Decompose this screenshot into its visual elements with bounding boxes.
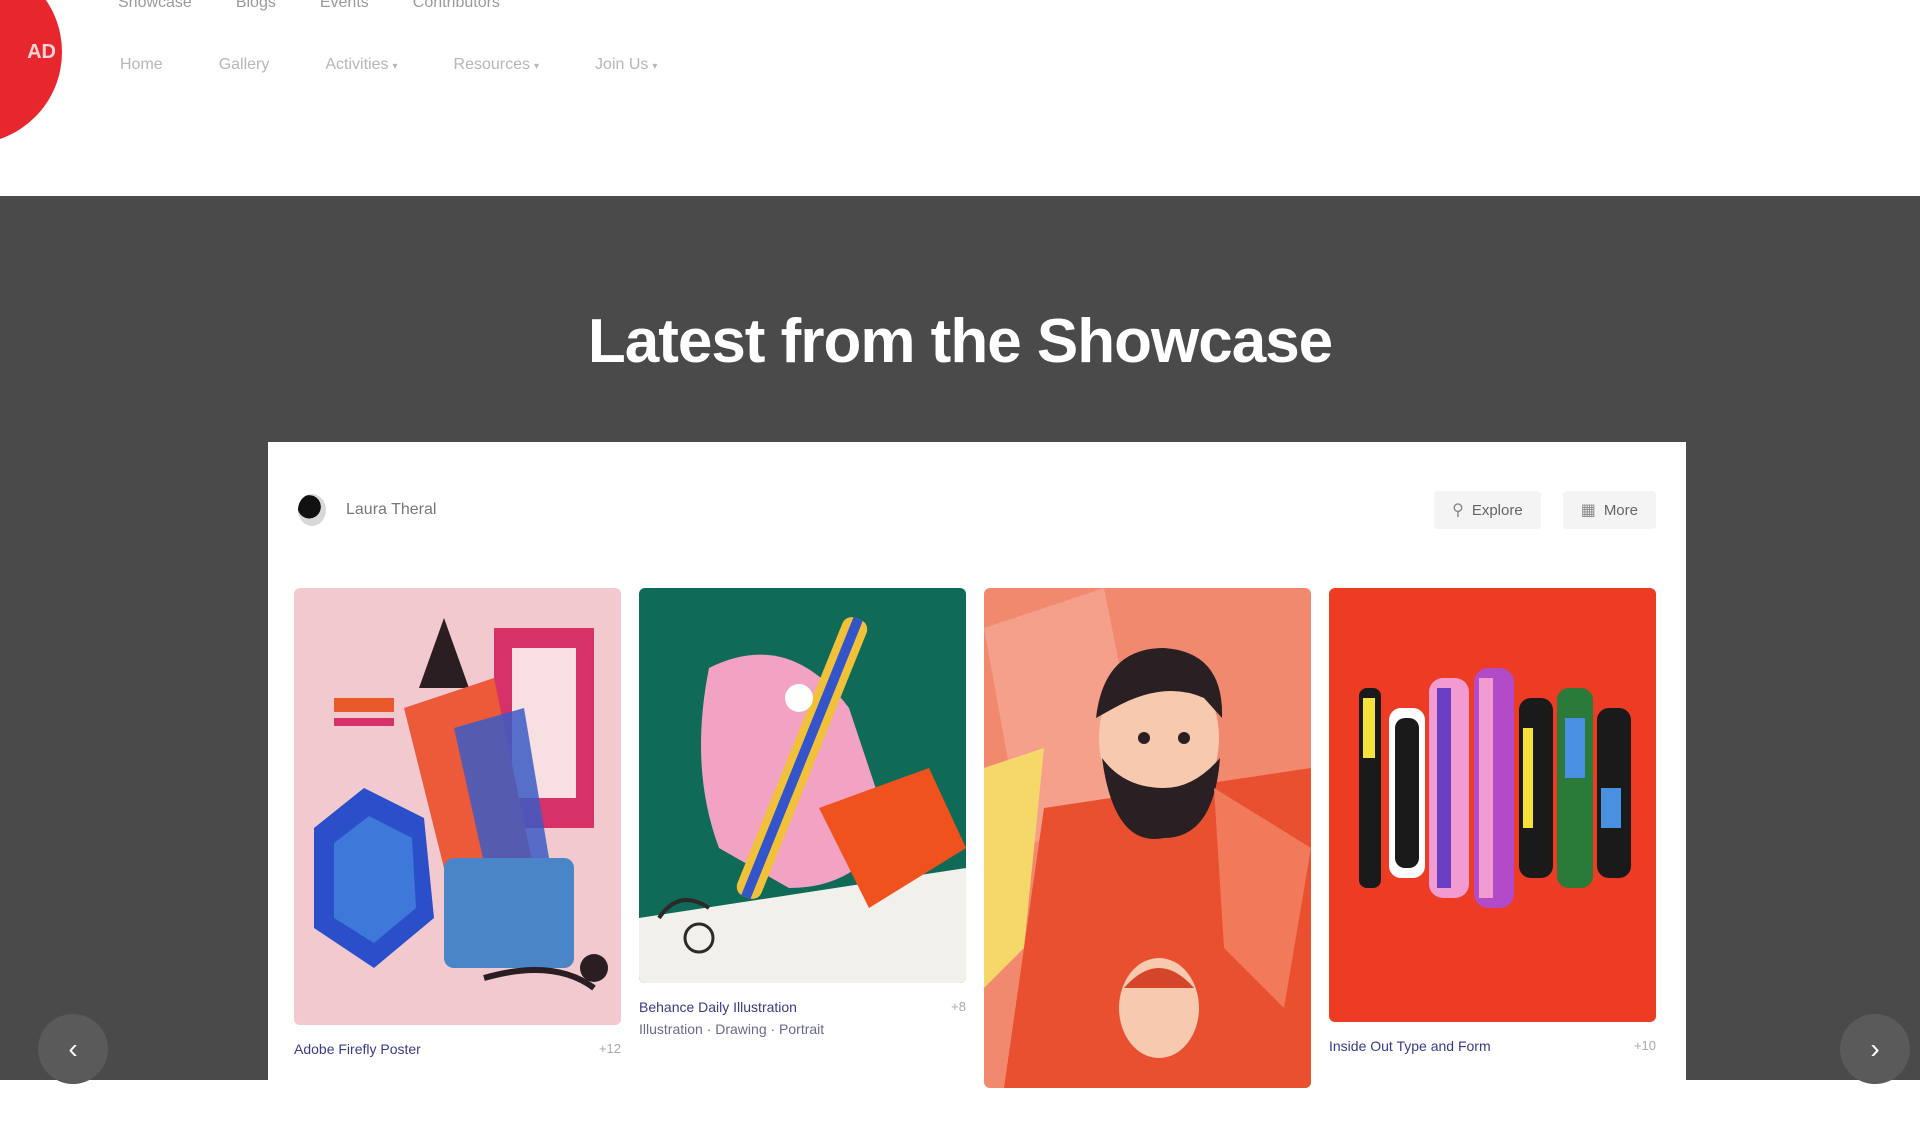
- top-nav-events[interactable]: Events: [320, 0, 369, 12]
- card-caption: Inside Out Type and Form +10: [1329, 1038, 1656, 1054]
- explore-label: Explore: [1471, 501, 1523, 519]
- avatar[interactable]: [298, 494, 326, 526]
- sub-nav-join[interactable]: Join Us ▾: [595, 56, 657, 74]
- panel-actions: ⚲ Explore ▦ More: [1434, 491, 1656, 529]
- showcase-section: Latest from the Showcase Laura Theral ⚲ …: [0, 196, 1920, 1142]
- sub-nav-activities-label: Activities: [325, 56, 389, 73]
- sub-nav-gallery-label: Gallery: [218, 56, 270, 73]
- chevron-down-icon: ▾: [534, 61, 540, 72]
- showcase-grid: Adobe Firefly Poster +12 Behance Daily I…: [294, 588, 1656, 1088]
- artwork-illustration: [1359, 668, 1631, 908]
- chevron-down-icon: ▾: [392, 61, 398, 72]
- brand-logo[interactable]: AD: [0, 0, 62, 144]
- artwork-image[interactable]: [984, 588, 1311, 1088]
- explore-button[interactable]: ⚲ Explore: [1434, 491, 1541, 529]
- card-meta: +10: [1633, 1038, 1656, 1053]
- compass-icon: ⚲: [1452, 502, 1464, 519]
- sub-navigation: Home Gallery Activities ▾ Resources ▾ Join…: [120, 56, 657, 74]
- artwork-illustration: [314, 618, 608, 991]
- card-caption: Adobe Firefly Poster +12: [294, 1041, 621, 1057]
- showcase-card[interactable]: Adobe Firefly Poster +12: [294, 588, 621, 1088]
- chevron-down-icon: ▾: [652, 61, 658, 72]
- sub-nav-gallery[interactable]: Gallery: [219, 56, 270, 74]
- panel-user-name[interactable]: Laura Theral: [346, 501, 436, 519]
- panel-header: Laura Theral ⚲ Explore ▦ More: [298, 490, 1656, 530]
- sub-nav-resources[interactable]: Resources ▾: [454, 56, 540, 74]
- top-nav-blogs[interactable]: Blogs: [236, 0, 276, 12]
- artwork-illustration: [984, 588, 1311, 1088]
- sub-nav-join-label: Join Us: [595, 56, 649, 73]
- sub-nav-activities[interactable]: Activities ▾: [325, 56, 397, 74]
- card-meta: +8: [951, 999, 966, 1014]
- top-navigation: Showcase Blogs Events Contributors: [118, 0, 500, 12]
- chevron-left-icon: ‹: [68, 1033, 78, 1064]
- card-meta: +12: [598, 1041, 621, 1056]
- card-title[interactable]: Inside Out Type and Form: [1329, 1038, 1491, 1054]
- top-nav-contributors[interactable]: Contributors: [413, 0, 500, 12]
- card-title[interactable]: Adobe Firefly Poster: [294, 1041, 421, 1057]
- carousel-prev-button[interactable]: ‹: [38, 1014, 108, 1084]
- sub-nav-resources-label: Resources: [453, 56, 531, 73]
- card-caption: Behance Daily Illustration +8: [639, 999, 966, 1015]
- artwork-image[interactable]: [639, 588, 966, 983]
- site-header: AD Showcase Blogs Events Contributors Ho…: [0, 0, 1920, 196]
- sub-nav-home[interactable]: Home: [120, 56, 163, 74]
- artwork-image[interactable]: [294, 588, 621, 1025]
- card-title[interactable]: Behance Daily Illustration: [639, 999, 797, 1015]
- carousel-next-button[interactable]: ›: [1840, 1014, 1910, 1084]
- showcase-card[interactable]: [984, 588, 1311, 1088]
- artwork-illustration: [639, 617, 966, 983]
- chevron-right-icon: ›: [1870, 1033, 1880, 1064]
- brand-logo-text: AD: [27, 40, 56, 63]
- more-button[interactable]: ▦ More: [1562, 491, 1656, 529]
- card-subtitle: Illustration · Drawing · Portrait: [639, 1021, 825, 1037]
- artwork-image[interactable]: [1329, 588, 1656, 1022]
- showcase-card[interactable]: Behance Daily Illustration +8 Illustrati…: [639, 588, 966, 1088]
- showcase-card[interactable]: Inside Out Type and Form +10: [1329, 588, 1656, 1088]
- showcase-panel: Laura Theral ⚲ Explore ▦ More Adobe Fire…: [268, 442, 1686, 1142]
- grid-icon: ▦: [1580, 502, 1596, 519]
- sub-nav-home-label: Home: [120, 56, 163, 73]
- top-nav-showcase[interactable]: Showcase: [118, 0, 192, 12]
- more-label: More: [1603, 501, 1638, 519]
- showcase-title: Latest from the Showcase: [587, 307, 1333, 376]
